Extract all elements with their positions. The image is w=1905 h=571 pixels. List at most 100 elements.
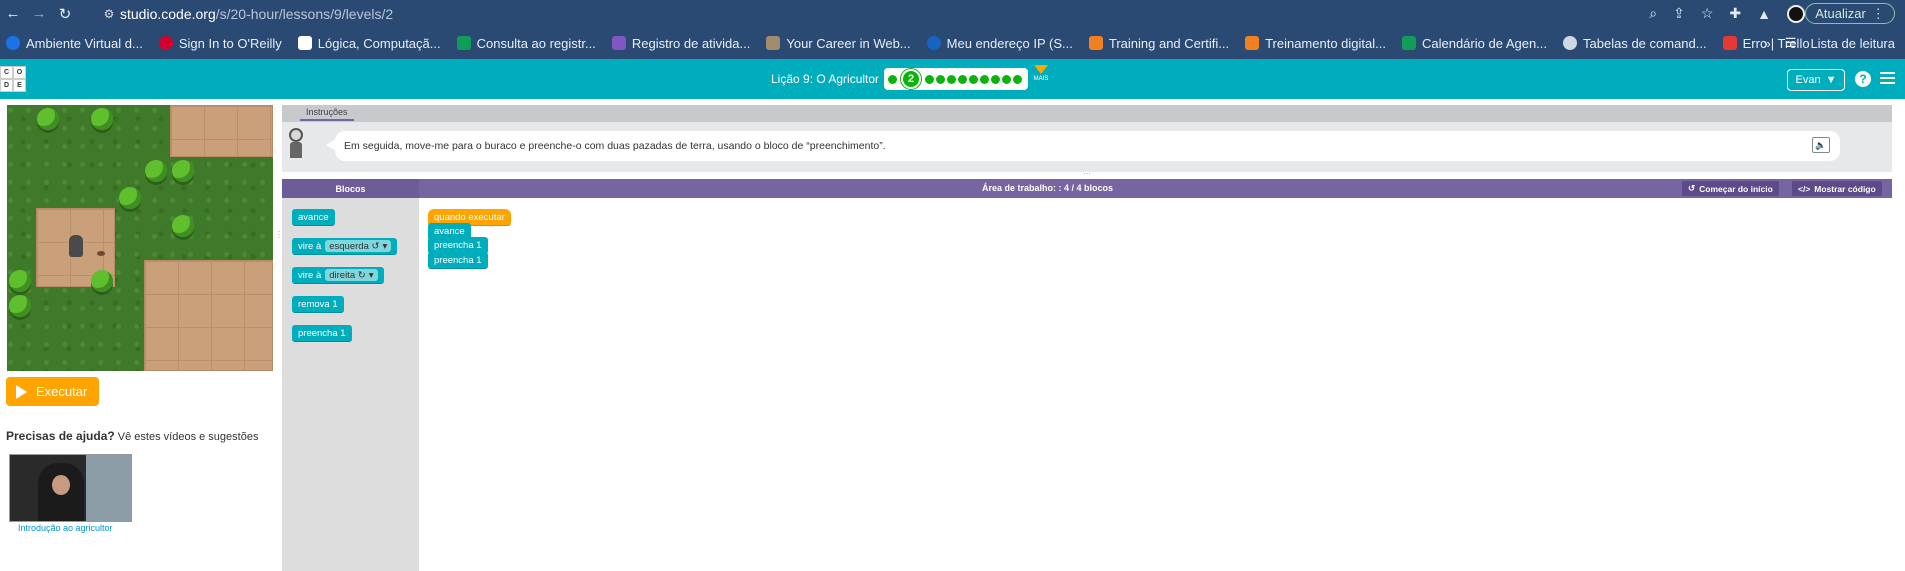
level-dot[interactable] (947, 74, 956, 84)
address-bar[interactable]: ⚙ studio.code.org/s/20-hour/lessons/9/le… (98, 4, 1628, 24)
level-dot[interactable] (888, 74, 897, 84)
logo-letter: D (0, 79, 13, 92)
bookmark-label: Consulta ao registr... (476, 35, 596, 51)
block-label: remova 1 (298, 298, 338, 310)
update-button[interactable]: Atualizar ⋮ (1805, 3, 1895, 24)
farmer-avatar-icon (285, 128, 307, 160)
bookmark-item[interactable]: Treinamento digital... (1245, 36, 1386, 51)
direction-dropdown[interactable]: direita ↻ ▾ (325, 269, 378, 281)
zoom-icon[interactable]: ⌕ (1649, 5, 1657, 22)
level-dot[interactable] (936, 74, 945, 84)
caret-down-icon: ▼ (1825, 74, 1837, 86)
reading-list-icon[interactable]: ☰ (1785, 35, 1797, 51)
bookmark-label: Registro de ativida... (631, 35, 751, 51)
lesson-title[interactable]: Lição 9: O Agricultor (771, 72, 879, 86)
toolbox-block-remove[interactable]: remova 1 (292, 296, 344, 313)
tree-icon (37, 108, 59, 130)
bookmark-item[interactable]: Consulta ao registr... (456, 35, 596, 51)
toolbox-block-turn-left[interactable]: vire à esquerda ↺ ▾ (292, 238, 398, 255)
bookmark-item[interactable]: Meu endereço IP (S... (926, 36, 1073, 51)
bookmark-item[interactable]: Lógica, Computaçã... (297, 35, 441, 51)
bookmark-item[interactable]: Sign In to O'Reilly (158, 35, 282, 51)
level-dot[interactable] (969, 74, 978, 84)
level-dot[interactable] (980, 74, 989, 84)
bookmark-item[interactable]: Tabelas de comand... (1563, 36, 1707, 51)
tree-icon (91, 108, 113, 130)
tree-icon (172, 160, 194, 182)
bookmark-item[interactable]: Training and Certifi... (1088, 36, 1229, 51)
extensions-icon[interactable]: ✚ (1729, 5, 1741, 22)
text-to-speech-icon[interactable]: 🔈 (1812, 137, 1830, 153)
dirt-patch (170, 105, 273, 157)
code-logo[interactable]: C O D E (0, 66, 26, 92)
bookmark-favicon-icon (1401, 36, 1416, 50)
bookmarks-overflow-button[interactable]: » (1764, 36, 1771, 51)
toolbox-block-turn-right[interactable]: vire à direita ↻ ▾ (292, 267, 384, 284)
bookmark-item[interactable]: Registro de ativida... (611, 35, 751, 51)
more-levels-button[interactable]: MAIS (1033, 65, 1049, 82)
dropdown-value: esquerda ↺ (329, 240, 380, 252)
bookmark-item[interactable]: Your Career in Web... (766, 35, 911, 51)
bookmark-label: Your Career in Web... (786, 35, 911, 51)
show-code-button[interactable]: </> Mostrar código (1792, 181, 1882, 196)
direction-dropdown[interactable]: esquerda ↺ ▾ (325, 240, 392, 252)
program-block-fill[interactable]: preencha 1 (428, 252, 488, 269)
bookmark-favicon-icon (611, 36, 626, 50)
reload-icon[interactable]: ↻ (52, 0, 78, 27)
labs-icon[interactable]: ▲ (1757, 6, 1771, 22)
reading-list-label[interactable]: Lista de leitura (1810, 36, 1895, 51)
instructions-resize-handle[interactable]: ⋯ (1080, 170, 1094, 178)
bookmark-favicon-icon (926, 36, 941, 50)
level-dot[interactable] (991, 74, 1000, 84)
instructions-bubble: Em seguida, move-me para o buraco e pree… (335, 131, 1840, 161)
bookmark-favicon-icon (1245, 36, 1260, 50)
bookmark-label: Treinamento digital... (1265, 35, 1386, 51)
block-label: preencha 1 (434, 239, 482, 251)
level-dot[interactable] (1002, 74, 1011, 84)
run-button[interactable]: Executar (6, 377, 99, 406)
url-host: studio.code.org (120, 6, 216, 22)
bookmark-favicon-icon (1722, 36, 1737, 50)
level-dot[interactable] (1013, 74, 1022, 84)
workspace-title: Área de trabalho: : 4 / 4 blocos (982, 183, 1114, 193)
farmer-character (69, 235, 83, 257)
level-dot[interactable] (958, 74, 967, 84)
code-workspace[interactable]: quando executar avance preencha 1 preenc… (419, 198, 1892, 571)
bookmark-favicon-icon (456, 36, 471, 50)
share-icon[interactable]: ⇪ (1673, 5, 1685, 22)
toolbox-block-avance[interactable]: avance (292, 209, 335, 226)
profile-avatar[interactable] (1787, 4, 1805, 23)
dirt-patch (144, 260, 273, 371)
level-dot[interactable] (925, 74, 934, 84)
help-icon[interactable]: ? (1855, 71, 1871, 87)
game-canvas (7, 105, 273, 371)
current-level-dot[interactable]: 2 (901, 69, 921, 89)
site-info-icon[interactable]: ⚙ (98, 7, 120, 21)
block-label: avance (434, 225, 465, 237)
bookmark-favicon-icon (297, 36, 312, 50)
tab-instructions[interactable]: Instruções (300, 107, 354, 121)
bookmark-item[interactable]: Calendário de Agen... (1401, 36, 1547, 51)
bookmark-label: Lógica, Computaçã... (317, 35, 441, 51)
toolbox-block-fill[interactable]: preencha 1 (292, 325, 352, 342)
reset-icon: ↺ (1688, 183, 1696, 193)
video-caption-link[interactable]: Introdução ao agricultor (18, 523, 113, 533)
update-label: Atualizar (1815, 6, 1866, 21)
bookmark-label: Sign In to O'Reilly (178, 35, 282, 51)
block-label: quando executar (434, 211, 505, 223)
tree-icon (9, 270, 31, 292)
tree-icon (145, 160, 167, 182)
video-thumbnail[interactable] (9, 454, 132, 522)
user-menu-button[interactable]: Evan ▼ (1787, 69, 1845, 91)
forward-icon[interactable]: → (26, 0, 52, 27)
dropdown-value: direita ↻ (329, 269, 366, 281)
star-icon[interactable]: ☆ (1701, 5, 1714, 22)
code-header: C O D E Lição 9: O Agricultor 2 MAIS Eva… (0, 59, 1905, 99)
bookmark-item[interactable]: Ambiente Virtual d... (6, 36, 143, 51)
bookmark-label: Ambiente Virtual d... (26, 35, 143, 51)
user-name: Evan (1795, 74, 1821, 86)
start-over-button[interactable]: ↺ Começar do início (1682, 181, 1779, 196)
hamburger-menu-icon[interactable] (1880, 72, 1895, 87)
instructions-text: Em seguida, move-me para o buraco e pree… (344, 140, 886, 152)
back-icon[interactable]: ← (0, 0, 26, 27)
